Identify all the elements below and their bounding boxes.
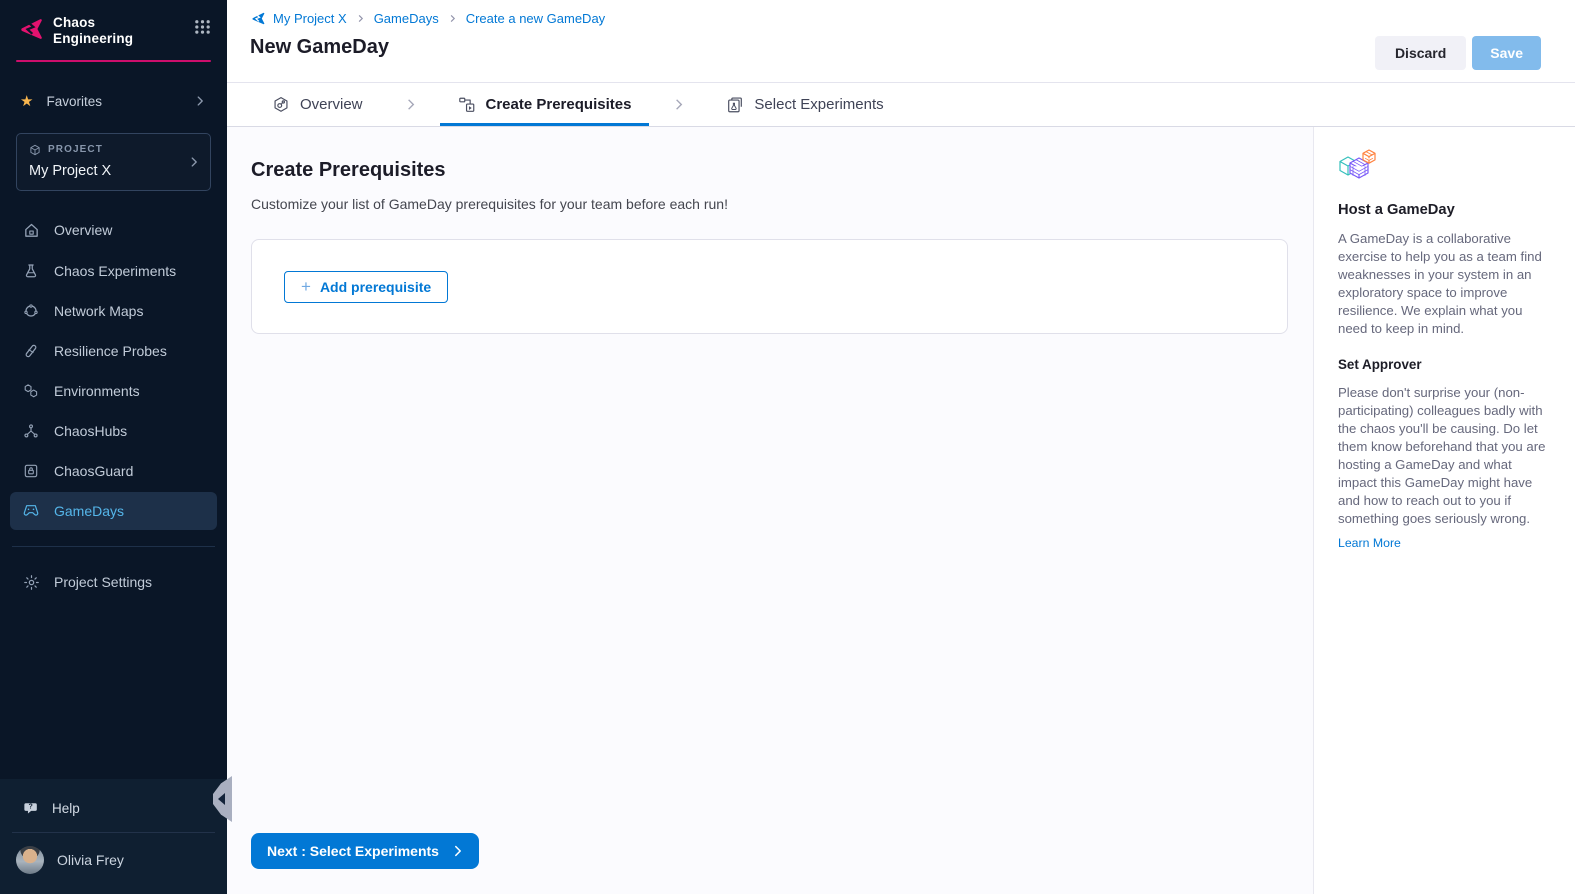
breadcrumb-separator-icon xyxy=(447,13,458,24)
sidebar-divider xyxy=(12,546,215,547)
tab-create-prerequisites[interactable]: Create Prerequisites xyxy=(440,83,650,126)
help-label: Help xyxy=(52,801,80,816)
add-prerequisite-label: Add prerequisite xyxy=(320,279,431,295)
breadcrumb-separator-icon xyxy=(355,13,366,24)
breadcrumb: My Project X GameDays Create a new GameD… xyxy=(250,11,1541,26)
tab-separator-icon xyxy=(649,83,708,126)
sidebar-item-label: ChaosGuard xyxy=(54,463,133,479)
help-panel: Host a GameDay A GameDay is a collaborat… xyxy=(1313,127,1575,894)
sidebar-item-label: Chaos Experiments xyxy=(54,263,176,279)
sidebar-item-label: Project Settings xyxy=(54,574,152,590)
help-chat-icon: ? xyxy=(22,800,39,817)
gear-icon xyxy=(22,574,40,591)
app-window: Chaos Engineering ★ Favorites xyxy=(0,0,1575,894)
sidebar-item-favorites[interactable]: ★ Favorites xyxy=(8,86,219,117)
sidebar-item-label: Network Maps xyxy=(54,303,143,319)
hexagon-overview-icon xyxy=(272,96,290,114)
sidebar: Chaos Engineering ★ Favorites xyxy=(0,0,227,894)
project-name: My Project X xyxy=(29,163,184,179)
tab-overview[interactable]: Overview xyxy=(254,83,381,126)
sidebar-item-resilience-probes[interactable]: Resilience Probes xyxy=(10,332,217,370)
lock-icon xyxy=(22,463,40,479)
help-panel-approver-heading: Set Approver xyxy=(1338,357,1551,372)
next-button-label: Next : Select Experiments xyxy=(267,843,439,859)
sidebar-bottom-section: ? Help Olivia Frey xyxy=(0,779,227,894)
chaos-engineering-logo-icon xyxy=(17,16,43,42)
gamepad-icon xyxy=(22,504,40,518)
sidebar-item-label: Resilience Probes xyxy=(54,343,167,359)
next-select-experiments-button[interactable]: Next : Select Experiments xyxy=(251,833,479,869)
hexagons-icon xyxy=(22,383,40,399)
help-panel-heading: Host a GameDay xyxy=(1338,202,1551,218)
breadcrumb-link-project[interactable]: My Project X xyxy=(273,11,347,26)
sidebar-item-environments[interactable]: Environments xyxy=(10,372,217,410)
section-subtitle: Customize your list of GameDay prerequis… xyxy=(251,196,1288,212)
tab-select-experiments[interactable]: Select Experiments xyxy=(708,83,901,126)
tab-separator-icon xyxy=(381,83,440,126)
section-heading: Create Prerequisites xyxy=(251,159,1288,182)
sidebar-item-label: ChaosHubs xyxy=(54,423,127,439)
help-panel-approver-text: Please don't surprise your (non-particip… xyxy=(1338,384,1551,528)
user-profile[interactable]: Olivia Frey xyxy=(0,833,227,894)
cube-icon xyxy=(29,144,41,156)
main-content: Create Prerequisites Customize your list… xyxy=(227,127,1313,894)
plus-icon: + xyxy=(301,278,311,295)
home-icon xyxy=(22,222,40,239)
content-row: Create Prerequisites Customize your list… xyxy=(227,127,1575,894)
avatar xyxy=(16,846,44,874)
main-column: My Project X GameDays Create a new GameD… xyxy=(227,0,1575,894)
molecule-icon xyxy=(22,423,40,439)
sidebar-item-network-maps[interactable]: Network Maps xyxy=(10,292,217,330)
probe-icon xyxy=(22,343,40,359)
help-panel-intro: A GameDay is a collaborative exercise to… xyxy=(1338,230,1551,338)
chevron-right-icon xyxy=(451,844,465,858)
sidebar-item-gamedays[interactable]: GameDays xyxy=(10,492,217,530)
project-kicker-label: PROJECT xyxy=(48,144,103,155)
header-actions: Discard Save xyxy=(1375,36,1541,70)
breadcrumb-link-create-gameday[interactable]: Create a new GameDay xyxy=(466,11,605,26)
page-title: New GameDay xyxy=(250,36,1541,59)
module-grid-icon[interactable] xyxy=(194,18,211,35)
breadcrumb-logo-icon xyxy=(250,11,265,26)
sidebar-item-overview[interactable]: Overview xyxy=(10,211,217,250)
cubes-illustration-icon xyxy=(1338,149,1551,185)
network-icon xyxy=(22,303,40,319)
sidebar-item-chaos-experiments[interactable]: Chaos Experiments xyxy=(10,252,217,290)
brand-divider xyxy=(16,60,211,62)
brand: Chaos Engineering xyxy=(0,0,227,47)
sidebar-item-label: GameDays xyxy=(54,503,124,519)
breadcrumb-link-gamedays[interactable]: GameDays xyxy=(374,11,439,26)
sidebar-item-help[interactable]: ? Help xyxy=(0,787,227,830)
sidebar-item-chaosguard[interactable]: ChaosGuard xyxy=(10,452,217,490)
svg-text:?: ? xyxy=(29,803,33,811)
page-header: My Project X GameDays Create a new GameD… xyxy=(227,0,1575,83)
tab-label: Select Experiments xyxy=(754,96,883,113)
sidebar-spacer xyxy=(0,602,227,779)
star-icon: ★ xyxy=(20,94,33,109)
user-name: Olivia Frey xyxy=(57,852,124,868)
sidebar-item-project-settings[interactable]: Project Settings xyxy=(10,563,217,602)
add-prerequisite-button[interactable]: + Add prerequisite xyxy=(284,271,448,303)
sidebar-nav: Overview Chaos Experiments xyxy=(0,211,227,530)
favorites-label: Favorites xyxy=(46,94,102,109)
prerequisites-card: + Add prerequisite xyxy=(251,239,1288,334)
sidebar-item-label: Overview xyxy=(54,222,112,238)
sidebar-item-label: Environments xyxy=(54,383,140,399)
learn-more-link[interactable]: Learn More xyxy=(1338,536,1401,550)
project-selector[interactable]: PROJECT My Project X xyxy=(16,133,211,191)
brand-title: Chaos Engineering xyxy=(53,15,133,47)
flowchart-icon xyxy=(458,96,476,114)
wizard-tabbar: Overview Create Prerequisites xyxy=(227,83,1575,127)
chevron-right-icon xyxy=(187,155,201,169)
discard-button[interactable]: Discard xyxy=(1375,36,1466,70)
flask-icon xyxy=(22,263,40,279)
sidebar-item-chaoshubs[interactable]: ChaosHubs xyxy=(10,412,217,450)
tab-label: Create Prerequisites xyxy=(486,96,632,113)
chevron-right-icon xyxy=(193,94,207,108)
save-button[interactable]: Save xyxy=(1472,36,1541,70)
project-kicker: PROJECT xyxy=(29,144,184,156)
tab-label: Overview xyxy=(300,96,363,113)
stacked-docs-icon xyxy=(726,96,744,114)
